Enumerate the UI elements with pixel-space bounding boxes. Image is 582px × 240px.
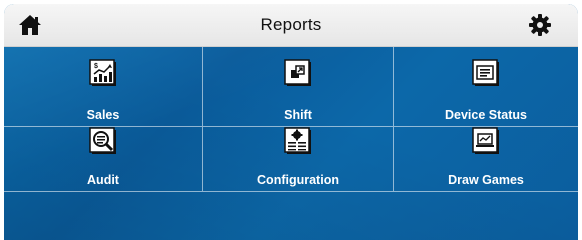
tile-audit[interactable]: Audit [4, 127, 202, 192]
tile-shift[interactable]: Shift [202, 47, 394, 127]
tile-label: Sales [86, 108, 120, 122]
tile-label: Configuration [257, 173, 339, 187]
tile-device-status[interactable]: Device Status [394, 47, 578, 127]
reports-window: Reports $ Sales Shift Device Status Audi… [4, 4, 578, 240]
tile-label: Device Status [445, 108, 527, 122]
page-title: Reports [260, 15, 322, 34]
shift-icon [284, 59, 311, 86]
tile-configuration[interactable]: Configuration [202, 127, 394, 192]
tile-label: Draw Games [448, 173, 524, 187]
svg-text:$: $ [94, 63, 98, 70]
gear-icon[interactable] [528, 13, 552, 37]
tile-label: Shift [284, 108, 312, 122]
sales-chart-icon: $ [89, 59, 116, 86]
tile-label: Audit [87, 173, 119, 187]
tile-sales[interactable]: $ Sales [4, 47, 202, 127]
header-bar: Reports [4, 4, 578, 47]
configuration-gear-document-icon [284, 127, 311, 154]
home-icon[interactable] [18, 14, 42, 36]
draw-games-monitor-icon [472, 127, 499, 154]
tile-draw-games[interactable]: Draw Games [394, 127, 578, 192]
audit-magnifier-icon [89, 127, 116, 154]
device-status-icon [472, 59, 499, 86]
reports-grid: $ Sales Shift Device Status Audit Config… [4, 47, 578, 192]
